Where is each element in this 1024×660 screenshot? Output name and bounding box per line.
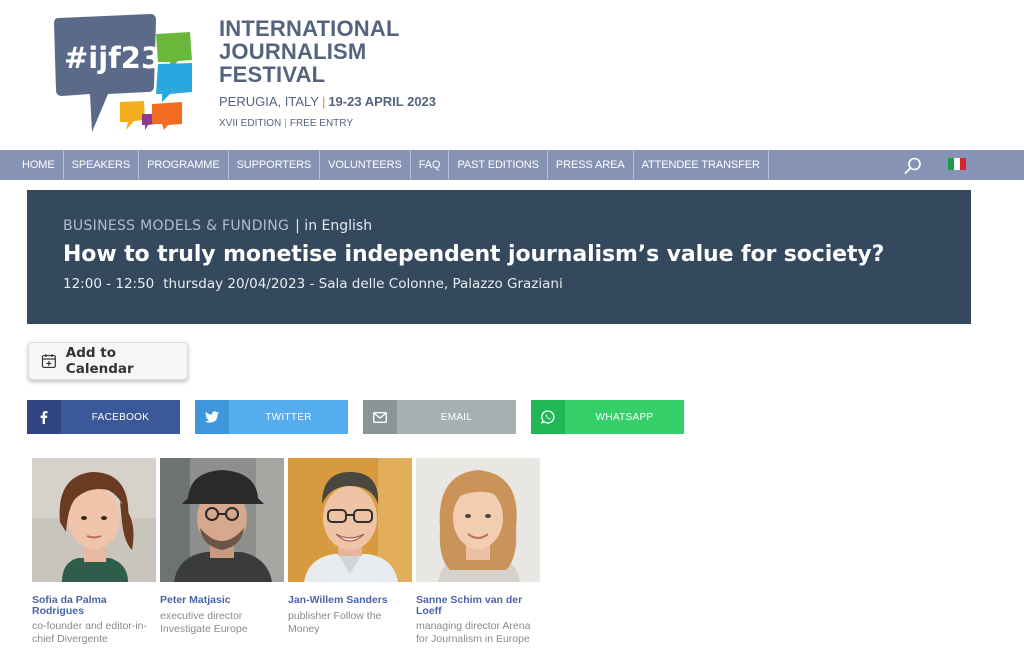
italian-flag-icon[interactable] [948,158,966,170]
nav-item-home[interactable]: HOME [0,150,64,180]
share-twitter-label: TWITTER [229,400,348,434]
nav-item-attendee-transfer[interactable]: ATTENDEE TRANSFER [634,150,769,180]
speaker-card[interactable]: Sofia da Palma Rodrigues co-founder and … [32,458,158,646]
speaker-card[interactable]: Jan-Willem Sanders publisher Follow the … [288,458,414,636]
nav-item-speakers[interactable]: SPEAKERS [64,150,140,180]
nav-item-volunteers[interactable]: VOLUNTEERS [320,150,411,180]
speaker-name[interactable]: Peter Matjasic [160,595,286,606]
calendar-plus-icon [41,354,56,369]
logo-blue-bubble [156,63,192,102]
share-twitter-button[interactable]: TWITTER [195,400,348,434]
festival-name-line-3: FESTIVAL [219,62,326,87]
logo-text: #ijf23 [64,41,161,75]
session-meta: BUSINESS MODELS & FUNDING | in English [63,218,935,234]
speaker-name[interactable]: Sanne Schim van der Loeff [416,595,542,616]
session-date-venue: thursday 20/04/2023 - Sala delle Colonne… [163,276,563,292]
session-banner: BUSINESS MODELS & FUNDING | in English Ho… [27,190,971,324]
festival-logo[interactable]: #ijf23 [52,12,202,134]
logo-orange-bubble [152,102,182,130]
speaker-role: publisher Follow the Money [288,609,382,635]
facebook-icon [27,400,61,434]
speaker-role: co-founder and editor-in-chief Divergent… [32,620,147,645]
speaker-name[interactable]: Jan-Willem Sanders [288,595,414,606]
separator: | [284,118,287,129]
festival-location-dates: PERUGIA, ITALY | 19-23 APRIL 2023 [219,94,436,109]
festival-edition-line: XVII EDITION | FREE ENTRY [219,118,436,129]
whatsapp-icon [531,400,565,434]
speaker-card[interactable]: Peter Matjasic executive director Invest… [160,458,286,636]
speaker-card[interactable]: Sanne Schim van der Loeff managing direc… [416,458,542,646]
add-to-calendar-button[interactable]: Add to Calendar [28,342,188,380]
festival-name-line-1: INTERNATIONAL [219,16,400,41]
speaker-photo[interactable] [32,458,156,582]
speakers-list: Sofia da Palma Rodrigues co-founder and … [32,458,552,658]
nav-item-past-editions[interactable]: PAST EDITIONS [449,150,548,180]
session-title: How to truly monetise independent journa… [63,242,885,267]
speaker-name[interactable]: Sofia da Palma Rodrigues [32,595,158,616]
speaker-photo[interactable] [160,458,284,582]
share-facebook-label: FACEBOOK [61,400,180,434]
nav-item-faq[interactable]: FAQ [411,150,450,180]
twitter-icon [195,400,229,434]
share-email-label: EMAIL [397,400,516,434]
nav-item-press-area[interactable]: PRESS AREA [548,150,634,180]
session-language: | in English [295,218,373,234]
share-facebook-button[interactable]: FACEBOOK [27,400,180,434]
share-whatsapp-label: WHATSAPP [565,400,684,434]
session-category[interactable]: BUSINESS MODELS & FUNDING [63,218,289,234]
speaker-photo[interactable] [416,458,540,582]
festival-title-block: INTERNATIONAL JOURNALISM FESTIVAL PERUGI… [219,17,436,129]
nav-items: HOME SPEAKERS PROGRAMME SUPPORTERS VOLUN… [0,150,1024,180]
session-time: 12:00 - 12:50 [63,276,155,292]
festival-entry: FREE ENTRY [289,118,354,129]
share-whatsapp-button[interactable]: WHATSAPP [531,400,684,434]
speaker-role: executive director Investigate Europe [160,609,248,635]
separator: | [321,94,326,109]
festival-location: PERUGIA, ITALY [219,94,319,109]
envelope-icon [363,400,397,434]
speaker-photo[interactable] [288,458,412,582]
main-nav: HOME SPEAKERS PROGRAMME SUPPORTERS VOLUN… [0,150,1024,180]
festival-name-line-2: JOURNALISM [219,39,367,64]
share-email-button[interactable]: EMAIL [363,400,516,434]
festival-dates: 19-23 APRIL 2023 [328,94,437,109]
festival-edition: XVII EDITION [219,118,282,129]
nav-item-supporters[interactable]: SUPPORTERS [229,150,321,180]
flag-stripe-red [960,158,966,170]
add-to-calendar-label: Add to Calendar [65,345,134,377]
search-icon[interactable] [903,156,923,176]
site-header: #ijf23 INTERNATIONAL JOURNALISM FESTIVAL… [0,0,1024,150]
nav-item-programme[interactable]: PROGRAMME [139,150,229,180]
logo-yellow-bubble [120,101,145,130]
session-info: 12:00 - 12:50 thursday 20/04/2023 - Sala … [63,276,935,292]
speaker-role: managing director Arena for Journalism i… [416,620,531,645]
